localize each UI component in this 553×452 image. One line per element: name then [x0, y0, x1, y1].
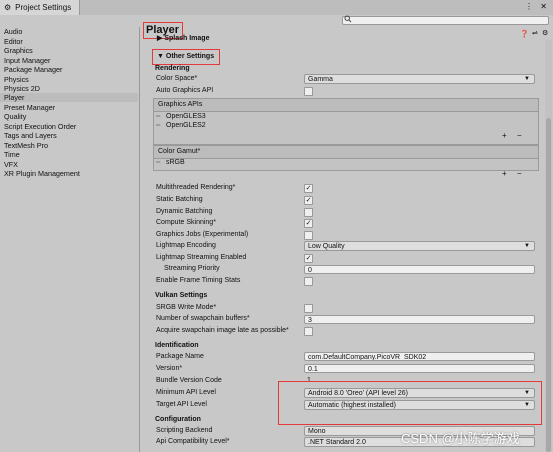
settings-gear-icon[interactable]: ⚙ [542, 29, 548, 37]
sidebar-item-vfx[interactable]: VFX [4, 160, 138, 169]
graphics-api-item[interactable]: OpenGLES2 [166, 122, 206, 129]
lightmap-streaming-checkbox[interactable]: ✓ [304, 254, 313, 263]
swapchain-buffers-field[interactable]: 3 [304, 315, 535, 324]
color-gamut-header: Color Gamut* [154, 146, 538, 159]
dynamic-batching-checkbox[interactable] [304, 208, 313, 217]
auto-graphics-api-label: Auto Graphics API [156, 87, 214, 94]
graphics-apis-list: Graphics APIs ═ OpenGLES3 ═ OpenGLES2 [153, 98, 539, 145]
window-menu-icon[interactable]: ⋮ [525, 2, 533, 11]
static-batching-checkbox[interactable]: ✓ [304, 196, 313, 205]
search-icon [344, 15, 352, 25]
dynamic-batching-label: Dynamic Batching [156, 208, 213, 215]
acquire-late-label: Acquire swapchain image late as possible… [156, 327, 289, 334]
sidebar-item-xr-plugin-management[interactable]: XR Plugin Management [4, 169, 138, 178]
api-compat-level-label: Api Compatibility Level* [156, 438, 230, 445]
sidebar-item-quality[interactable]: Quality [4, 112, 138, 121]
sidebar-item-physics-2d[interactable]: Physics 2D [4, 84, 138, 93]
color-space-label: Color Space* [156, 75, 198, 82]
acquire-late-checkbox[interactable] [304, 327, 313, 336]
sidebar-item-graphics[interactable]: Graphics [4, 46, 138, 55]
lightmap-streaming-label: Lightmap Streaming Enabled [156, 254, 247, 261]
sidebar-item-player[interactable]: Player [0, 93, 138, 102]
color-gamut-list: Color Gamut* ═ sRGB [153, 145, 539, 171]
identification-header: Identification [155, 342, 199, 349]
graphics-apis-remove-button[interactable]: − [517, 131, 522, 140]
color-space-dropdown[interactable]: Gamma ▼ [304, 74, 535, 84]
graphics-api-item[interactable]: OpenGLES3 [166, 113, 206, 120]
scripting-backend-value: Mono [308, 428, 326, 435]
window-title: Project Settings [15, 3, 72, 12]
color-space-value: Gamma [308, 76, 333, 83]
auto-graphics-api-checkbox[interactable] [304, 87, 313, 96]
sidebar-item-package-manager[interactable]: Package Manager [4, 65, 138, 74]
sidebar-item-audio[interactable]: Audio [4, 27, 138, 36]
graphics-apis-header: Graphics APIs [154, 99, 538, 112]
splash-image-label: Splash Image [164, 35, 210, 42]
chevron-down-icon: ▼ [524, 243, 530, 249]
watermark: CSDN @小陈学游戏 [401, 431, 520, 446]
gear-icon: ⚙ [4, 3, 12, 12]
window-titlebar [0, 0, 553, 16]
sidebar-item-preset-manager[interactable]: Preset Manager [4, 103, 138, 112]
srgb-write-mode-label: SRGB Write Mode* [156, 304, 217, 311]
chevron-down-icon: ▼ [524, 76, 530, 82]
lightmap-encoding-dropdown[interactable]: Low Quality ▼ [304, 241, 535, 251]
streaming-priority-field[interactable]: 0 [304, 265, 535, 274]
drag-handle-icon[interactable]: ═ [156, 114, 160, 120]
sidebar-item-editor[interactable]: Editor [4, 37, 138, 46]
static-batching-label: Static Batching [156, 196, 203, 203]
streaming-priority-label: Streaming Priority [164, 265, 220, 272]
srgb-write-mode-checkbox[interactable] [304, 304, 313, 313]
multithreaded-rendering-checkbox[interactable]: ✓ [304, 184, 313, 193]
checkmark-icon: ✓ [305, 255, 312, 262]
graphics-apis-add-button[interactable]: + [502, 131, 507, 140]
color-gamut-add-button[interactable]: + [502, 169, 507, 178]
frame-timing-label: Enable Frame Timing Stats [156, 277, 241, 284]
color-gamut-item[interactable]: sRGB [166, 159, 185, 166]
sidebar-item-physics[interactable]: Physics [4, 75, 138, 84]
sidebar-item-textmesh-pro[interactable]: TextMesh Pro [4, 141, 138, 150]
graphics-jobs-checkbox[interactable] [304, 231, 313, 240]
compute-skinning-label: Compute Skinning* [156, 219, 216, 226]
package-name-field[interactable]: com.DefaultCompany.PicoVR_SDK02 [304, 352, 535, 361]
checkmark-icon: ✓ [305, 220, 312, 227]
version-label: Version* [156, 365, 183, 372]
sidebar-item-script-execution-order[interactable]: Script Execution Order [4, 122, 138, 131]
scrollbar-thumb[interactable] [546, 118, 551, 452]
drag-handle-icon[interactable]: ═ [156, 123, 160, 129]
configuration-header: Configuration [155, 416, 201, 423]
lightmap-encoding-value: Low Quality [308, 243, 345, 250]
rendering-header: Rendering [155, 65, 190, 72]
target-api-level-label: Target API Level [156, 401, 207, 408]
help-icon[interactable]: ❓ [520, 30, 529, 38]
graphics-jobs-label: Graphics Jobs (Experimental) [156, 231, 249, 238]
sidebar-item-input-manager[interactable]: Input Manager [4, 56, 138, 65]
bundle-version-label: Bundle Version Code [156, 377, 222, 384]
min-api-level-label: Minimum API Level [156, 389, 216, 396]
checkmark-icon: ✓ [305, 197, 312, 204]
version-field[interactable]: 0.1 [304, 364, 535, 373]
package-name-label: Package Name [156, 353, 204, 360]
project-settings-tab[interactable]: ⚙ Project Settings [0, 0, 81, 15]
compute-skinning-checkbox[interactable]: ✓ [304, 219, 313, 228]
drag-handle-icon[interactable]: ═ [156, 160, 160, 166]
color-gamut-remove-button[interactable]: − [517, 169, 522, 178]
sidebar-item-tags-and-layers[interactable]: Tags and Layers [4, 131, 138, 140]
preset-icon[interactable]: ⇌ [532, 29, 538, 37]
checkmark-icon: ✓ [305, 185, 312, 192]
lightmap-encoding-label: Lightmap Encoding [156, 242, 216, 249]
vulkan-settings-header: Vulkan Settings [155, 292, 208, 299]
search-input[interactable] [342, 16, 549, 25]
multithreaded-rendering-label: Multithreaded Rendering* [156, 184, 236, 191]
swapchain-buffers-label: Number of swapchain buffers* [156, 315, 250, 322]
close-icon[interactable]: ✕ [540, 2, 547, 11]
highlight-box-api-level [278, 381, 542, 425]
sidebar-item-time[interactable]: Time [4, 150, 138, 159]
splash-image-foldout[interactable]: ▶ Splash Image [157, 34, 209, 42]
highlight-box-other-settings [152, 49, 220, 65]
frame-timing-checkbox[interactable] [304, 277, 313, 286]
api-compat-level-value: .NET Standard 2.0 [308, 439, 366, 446]
scripting-backend-label: Scripting Backend [156, 427, 213, 434]
